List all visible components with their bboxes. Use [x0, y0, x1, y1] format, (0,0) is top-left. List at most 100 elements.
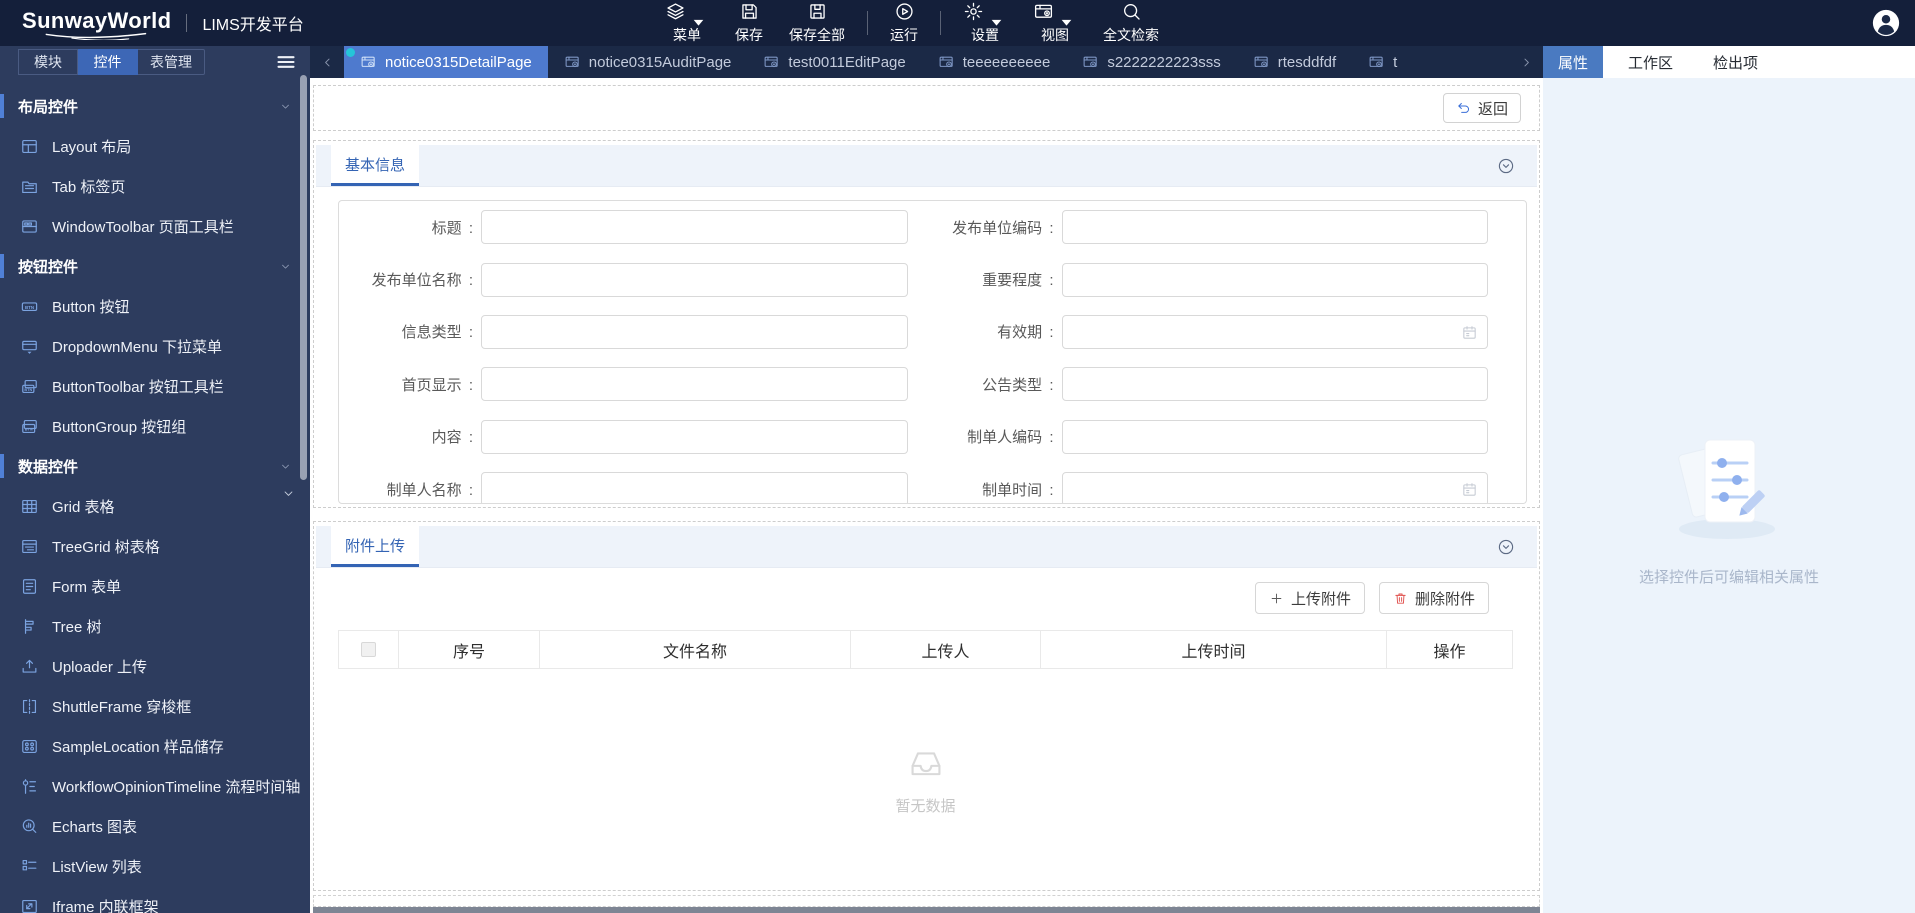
- sidebar-item-sample-location[interactable]: SampleLocation 样品储存: [0, 726, 310, 766]
- sidebar-item-list-view[interactable]: ListView 列表: [0, 846, 310, 886]
- sidebar-item-workflow-timeline[interactable]: WorkflowOpinionTimeline 流程时间轴: [0, 766, 310, 806]
- field-input[interactable]: [482, 211, 907, 244]
- sidebar-item-label: ShuttleFrame 穿梭框: [52, 698, 192, 716]
- tabs-scroll-left-button[interactable]: [310, 46, 344, 78]
- footer-region[interactable]: [313, 895, 1540, 907]
- select-all-checkbox[interactable]: [361, 642, 376, 657]
- toolbar-button-run[interactable]: 运行: [877, 0, 931, 46]
- sidebar-item-button[interactable]: Button 按钮: [0, 286, 310, 326]
- upload-attachment-button[interactable]: 上传附件: [1254, 582, 1365, 614]
- sidebar-item-label: Uploader 上传: [52, 658, 148, 676]
- sidebar-group-数据控件[interactable]: 数据控件: [0, 446, 310, 486]
- sidebar-item-echarts[interactable]: Echarts 图表: [0, 806, 310, 846]
- toolbar-button-gear[interactable]: 设置: [950, 0, 1020, 46]
- table-empty-state: 暂无数据: [338, 669, 1513, 887]
- calendar-icon[interactable]: [1461, 324, 1478, 341]
- field-label: 内容: [339, 426, 475, 447]
- field-input[interactable]: [482, 473, 907, 503]
- trash-icon: [1393, 591, 1408, 606]
- sidebar-item-button-group[interactable]: ButtonGroup 按钮组: [0, 406, 310, 446]
- page-tab-notice0315detailpage[interactable]: notice0315DetailPage: [344, 46, 548, 78]
- inspector-tab-工作区[interactable]: 工作区: [1613, 46, 1688, 78]
- sidebar-item-iframe[interactable]: Iframe 内联框架: [0, 886, 310, 913]
- toolbar-button-icon-wrap: [894, 1, 915, 24]
- empty-inbox-icon: [903, 740, 949, 786]
- field-input[interactable]: [1062, 315, 1487, 348]
- chevron-down-icon[interactable]: [279, 460, 292, 473]
- inspector-body: 选择控件后可编辑相关属性: [1543, 78, 1915, 913]
- field-input[interactable]: [482, 315, 907, 348]
- field-input-box: [481, 262, 908, 297]
- sidebar-item-grid[interactable]: Grid 表格: [0, 486, 310, 526]
- tab-basic-info[interactable]: 基本信息: [331, 145, 420, 186]
- empty-text: 暂无数据: [895, 798, 956, 815]
- delete-attachment-button[interactable]: 删除附件: [1378, 582, 1489, 614]
- sidebar-group-布局控件[interactable]: 布局控件: [0, 86, 310, 126]
- page-tab-s2222222223sss[interactable]: s2222222223sss: [1066, 46, 1236, 78]
- form-field-信息类型: 信息类型: [339, 306, 908, 358]
- sidebar-item-dropdown-menu[interactable]: DropdownMenu 下拉菜单: [0, 326, 310, 366]
- sidebar-row: 按钮控件: [0, 246, 310, 286]
- user-avatar-icon[interactable]: [1871, 8, 1901, 38]
- chevron-down-icon[interactable]: [279, 100, 292, 113]
- sidebar-row: Echarts 图表: [0, 806, 310, 846]
- sidebar-item-uploader[interactable]: Uploader 上传: [0, 646, 310, 686]
- chevron-down-icon[interactable]: [279, 260, 292, 273]
- field-input[interactable]: [482, 368, 907, 401]
- column-header-上传时间: 上传时间: [1041, 631, 1387, 668]
- empty-properties-illustration: [1678, 439, 1775, 539]
- toolbar-button-save[interactable]: 保存: [722, 0, 776, 46]
- sidebar-item-shuttle-frame[interactable]: ShuttleFrame 穿梭框: [0, 686, 310, 726]
- hamburger-menu-icon[interactable]: [274, 50, 298, 74]
- page-tab-t[interactable]: t: [1352, 46, 1413, 78]
- field-input[interactable]: [1062, 263, 1487, 296]
- collapse-section-icon[interactable]: [1497, 538, 1515, 556]
- toolbar-button-view[interactable]: 视图: [1020, 0, 1090, 46]
- toolbar-icon: [963, 1, 984, 22]
- collapse-section-icon[interactable]: [1497, 157, 1515, 175]
- sidebar-item-window-toolbar[interactable]: WindowToolbar 页面工具栏: [0, 206, 310, 246]
- page-tab-rtesddfdf[interactable]: rtesddfdf: [1237, 46, 1352, 78]
- inspector-tab-检出项[interactable]: 检出项: [1698, 46, 1773, 78]
- basic-info-region[interactable]: 基本信息 标题: 发布单位编码: 发布单位名称: 重要程度: 信息类型 …: [313, 140, 1540, 508]
- sidebar-tab-模块[interactable]: 模块: [18, 49, 78, 75]
- sidebar-scrollbar-thumb[interactable]: [300, 75, 307, 480]
- page-tab-teeeeeeeeee[interactable]: teeeeeeeeee: [922, 46, 1067, 78]
- page-toolbar-region[interactable]: 返回: [313, 85, 1540, 131]
- sidebar-item-form[interactable]: Form 表单: [0, 566, 310, 606]
- page-tab-notice0315auditpage[interactable]: notice0315AuditPage: [548, 46, 748, 78]
- field-input[interactable]: [1062, 420, 1487, 453]
- logo: SunwayWorld: [22, 8, 171, 40]
- sidebar-item-tab[interactable]: Tab 标签页: [0, 166, 310, 206]
- sidebar-row: WindowToolbar 页面工具栏: [0, 206, 310, 246]
- field-input[interactable]: [1062, 368, 1487, 401]
- panel-collapse-chevron-icon[interactable]: [281, 486, 296, 501]
- column-header-文件名称: 文件名称: [540, 631, 851, 668]
- sidebar-item-layout[interactable]: Layout 布局: [0, 126, 310, 166]
- attachments-region[interactable]: 附件上传 上传附件 删除附件 序号 文件名称 上传人 上传时间 操作 暂无数据: [313, 521, 1540, 891]
- sidebar-item-tree[interactable]: Tree 树: [0, 606, 310, 646]
- field-input-box: [1061, 210, 1488, 245]
- sidebar-item-label: Button 按钮: [52, 298, 130, 316]
- sidebar-tab-控件[interactable]: 控件: [78, 49, 138, 75]
- inspector-tab-属性[interactable]: 属性: [1543, 46, 1604, 78]
- sidebar-item-tree-grid[interactable]: TreeGrid 树表格: [0, 526, 310, 566]
- control-icon: [20, 297, 39, 316]
- toolbar-button-save-all[interactable]: 保存全部: [776, 0, 858, 46]
- tabs-scroll-right-button[interactable]: [1509, 46, 1543, 78]
- sidebar-item-label: Iframe 内联框架: [52, 898, 159, 913]
- sidebar-tab-表管理[interactable]: 表管理: [138, 49, 205, 75]
- tab-attachments[interactable]: 附件上传: [331, 526, 420, 567]
- field-input[interactable]: [482, 263, 907, 296]
- toolbar-button-layers[interactable]: 菜单: [652, 0, 722, 46]
- calendar-icon[interactable]: [1461, 481, 1478, 498]
- field-input[interactable]: [482, 420, 907, 453]
- sidebar-group-按钮控件[interactable]: 按钮控件: [0, 246, 310, 286]
- page-tab-test0011editpage[interactable]: test0011EditPage: [747, 46, 921, 78]
- sidebar-item-button-toolbar[interactable]: ButtonToolbar 按钮工具栏: [0, 366, 310, 406]
- back-button[interactable]: 返回: [1442, 93, 1521, 123]
- sidebar-item-label: Tab 标签页: [52, 178, 126, 196]
- field-input[interactable]: [1062, 473, 1487, 503]
- toolbar-button-search[interactable]: 全文检索: [1090, 0, 1172, 46]
- field-input[interactable]: [1062, 211, 1487, 244]
